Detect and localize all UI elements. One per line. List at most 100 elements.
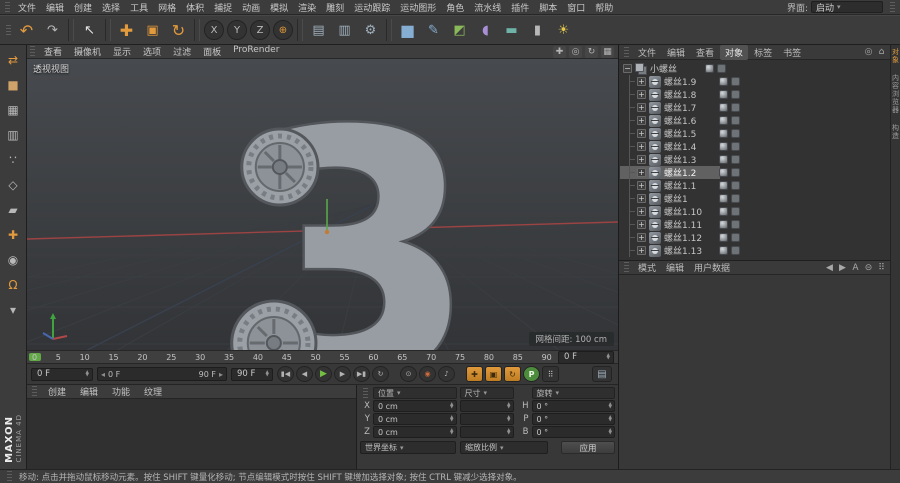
pan-view-icon[interactable]: ✚ [553,45,566,58]
viewport-menu-item[interactable]: ProRender [227,45,285,58]
filter-icon[interactable]: ◎ [862,47,875,57]
tag-icon[interactable] [731,142,740,151]
scale-tool[interactable]: ▣ [140,18,165,43]
goto-start-button[interactable]: ▮◀ [277,366,294,382]
coordinate-system-button[interactable]: ⊕ [273,20,293,40]
dock-tab[interactable]: 内容浏览器 [891,74,900,114]
move-tool[interactable]: ✚ [114,18,139,43]
tag-icon[interactable] [731,246,740,255]
stepper-icon[interactable] [609,429,612,436]
expand-toggle[interactable]: + [637,155,646,164]
expand-toggle[interactable]: + [637,168,646,177]
menu-item[interactable]: 渲染 [293,0,321,15]
object-row[interactable]: + 螺丝1.13 [620,244,889,257]
viewport-canvas[interactable]: 3 透视视图 网格间距: 100 cm [27,59,618,350]
rotation-field[interactable]: 0 ° [531,426,615,438]
keyframe-parameter-toggle[interactable]: P [523,366,540,382]
tag-icon[interactable] [731,220,740,229]
expand-toggle[interactable]: − [623,64,632,73]
range-left-arrow-icon[interactable] [101,370,105,379]
object-row[interactable]: + 螺丝1.2 [620,166,889,179]
lock-z-axis-button[interactable]: Z [250,20,270,40]
expand-toggle[interactable]: + [637,233,646,242]
stepper-icon[interactable] [609,403,612,410]
tag-icon[interactable] [731,207,740,216]
panel-drag-handle[interactable] [624,46,629,58]
dock-tab[interactable]: 对象 [891,48,900,64]
toolbar-separator[interactable] [105,19,111,41]
menu-item[interactable]: 帮助 [590,0,618,15]
toolbar-separator[interactable] [194,19,200,41]
object-row[interactable]: + 螺丝1.12 [620,231,889,244]
expand-toggle[interactable]: + [637,207,646,216]
object-manager-tab[interactable]: 对象 [720,44,749,60]
stepper-icon[interactable] [609,416,612,423]
phong-tag-icon[interactable] [719,246,728,255]
render-picture-viewer-button[interactable]: ▥ [332,18,357,43]
expand-toggle[interactable]: + [637,142,646,151]
stepper-icon[interactable] [607,354,610,361]
polygons-mode-button[interactable]: ▰ [1,197,25,222]
panel-drag-handle[interactable] [890,1,895,13]
size-field[interactable] [459,426,514,438]
material-tab[interactable]: 编辑 [73,385,105,398]
add-cube-button[interactable]: ■ [395,18,420,43]
forward-icon[interactable]: ▶ [836,263,849,273]
tag-icon[interactable] [731,168,740,177]
phong-tag-icon[interactable] [719,129,728,138]
object-row[interactable]: + 螺丝1.5 [620,127,889,140]
stepper-icon[interactable] [86,371,89,378]
panel-drag-handle[interactable] [363,387,368,399]
play-sound-button[interactable]: ♪ [438,366,455,382]
menu-item[interactable]: 窗口 [562,0,590,15]
lock-y-axis-button[interactable]: Y [227,20,247,40]
menu-item[interactable]: 雕刻 [321,0,349,15]
live-selection-tool[interactable]: ↖ [77,18,102,43]
material-list-area[interactable] [27,399,356,469]
tag-icon[interactable] [731,90,740,99]
attribute-manager-menu[interactable]: 用户数据 [689,260,735,275]
phong-tag-icon[interactable] [719,155,728,164]
add-deformer-button[interactable]: ◖ [473,18,498,43]
dock-tab[interactable]: 构造 [891,124,900,140]
menu-item[interactable]: 模拟 [265,0,293,15]
expand-toggle[interactable]: + [637,77,646,86]
menu-item[interactable]: 角色 [441,0,469,15]
phong-tag-icon[interactable] [719,181,728,190]
viewport-menu-item[interactable]: 显示 [107,45,137,58]
goto-end-button[interactable]: ▶▮ [353,366,370,382]
panel-drag-handle[interactable] [624,262,629,273]
attribute-manager-menu[interactable]: 编辑 [661,260,689,275]
object-manager-tab[interactable]: 标签 [749,45,777,60]
stepper-icon[interactable] [507,416,510,423]
rotation-field[interactable]: 0 ° [531,413,615,425]
stepper-icon[interactable] [266,371,269,378]
workplane-mode-button[interactable]: ▥ [1,122,25,147]
object-row[interactable]: + 螺丝1.11 [620,218,889,231]
menu-item[interactable]: 流水线 [469,0,506,15]
keyframe-rotation-toggle[interactable]: ↻ [504,366,521,382]
menu-item[interactable]: 动画 [237,0,265,15]
menu-item[interactable]: 文件 [13,0,41,15]
a-mode-icon[interactable]: A [849,263,862,273]
size-mode-select[interactable]: 尺寸 [459,387,514,399]
object-row[interactable]: − 小螺丝 [620,62,889,75]
menu-item[interactable]: 编辑 [41,0,69,15]
tag-icon[interactable] [731,233,740,242]
object-manager-tab[interactable]: 查看 [691,45,719,60]
phong-tag-icon[interactable] [719,194,728,203]
redo-button[interactable]: ↷ [40,18,65,43]
object-row[interactable]: + 螺丝1.8 [620,88,889,101]
menu-item[interactable]: 脚本 [534,0,562,15]
object-row[interactable]: + 螺丝1.3 [620,153,889,166]
phong-tag-icon[interactable] [705,64,714,73]
toggle-views-icon[interactable]: ▦ [601,45,614,58]
material-tab[interactable]: 功能 [105,385,137,398]
model-mode-button[interactable]: ■ [1,72,25,97]
view-label[interactable]: 透视视图 [33,62,69,75]
toolbar-separator[interactable] [386,19,392,41]
object-manager-tab[interactable]: 书签 [778,45,806,60]
stepper-icon[interactable] [507,403,510,410]
solo-mode-button[interactable]: ◉ [1,247,25,272]
object-manager-tab[interactable]: 编辑 [662,45,690,60]
